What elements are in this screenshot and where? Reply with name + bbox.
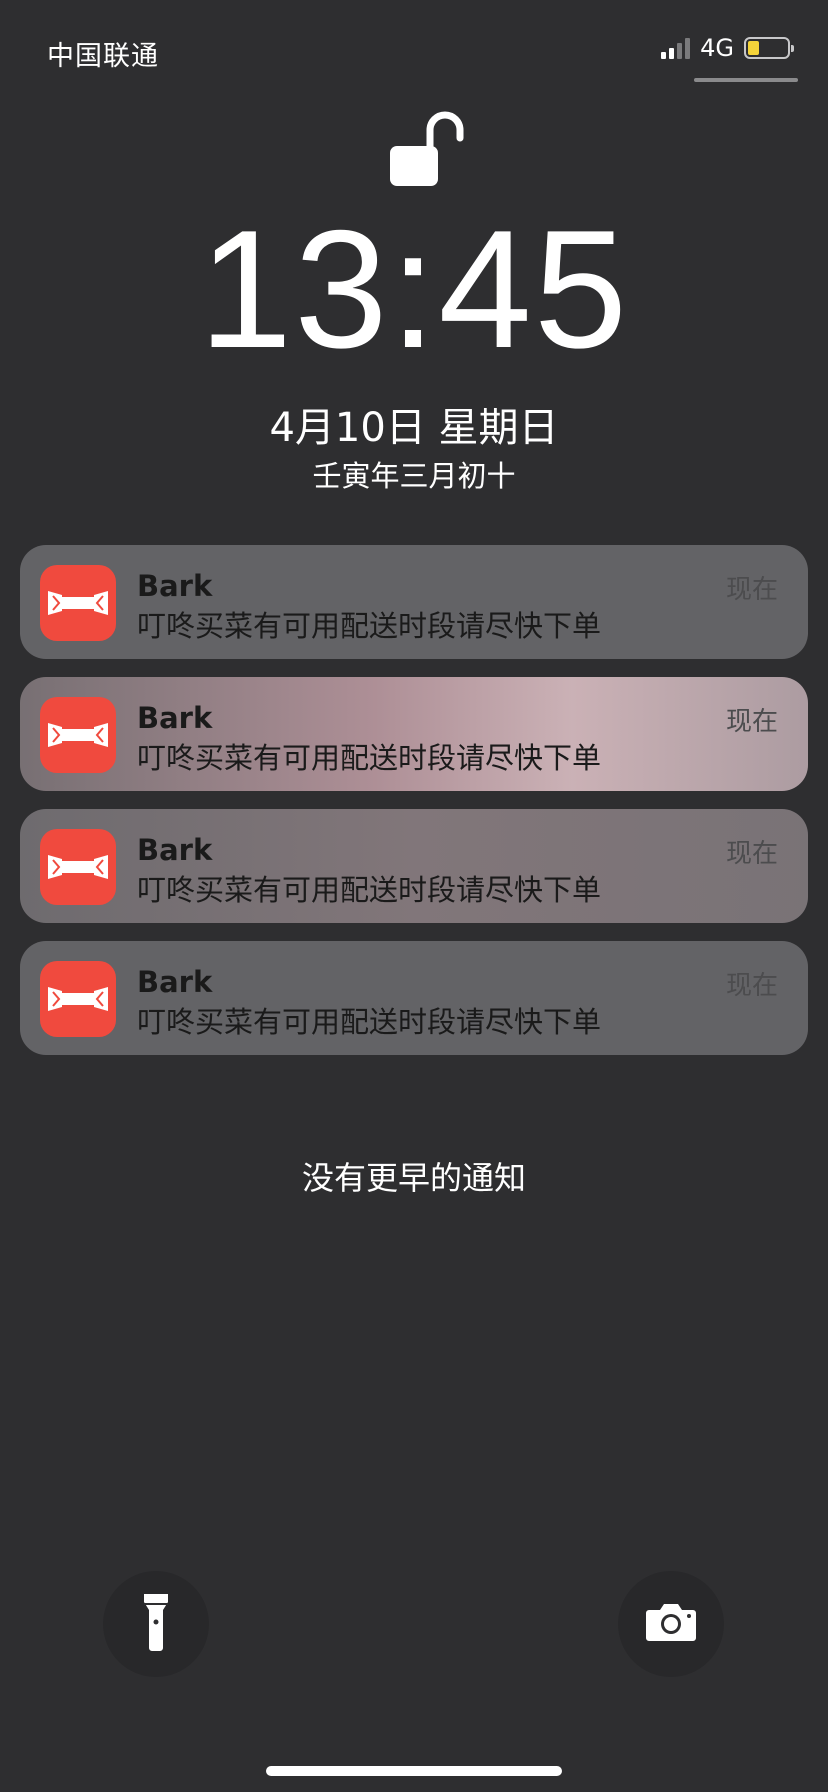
bark-app-icon	[40, 697, 116, 773]
notification-app-name: Bark	[137, 569, 213, 603]
notification-app-name: Bark	[137, 965, 213, 999]
notification-time: 现在	[725, 839, 778, 869]
bark-app-icon	[40, 829, 116, 905]
home-indicator[interactable]	[266, 1766, 562, 1776]
notification-body: 叮咚买菜有可用配送时段请尽快下单	[137, 873, 602, 907]
lunar-date: 壬寅年三月初十	[312, 459, 516, 493]
signal-strength-icon	[661, 37, 691, 59]
notification-body: 叮咚买菜有可用配送时段请尽快下单	[137, 609, 602, 643]
notification-app-name: Bark	[137, 701, 213, 735]
notification-card[interactable]: Bark 现在 叮咚买菜有可用配送时段请尽快下单	[20, 677, 808, 791]
camera-icon	[645, 1602, 697, 1646]
unlocked-padlock-icon	[388, 104, 468, 188]
notification-card[interactable]: Bark 现在 叮咚买菜有可用配送时段请尽快下单	[20, 809, 808, 923]
notification-card[interactable]: Bark 现在 叮咚买菜有可用配送时段请尽快下单	[20, 941, 808, 1055]
notification-body: 叮咚买菜有可用配送时段请尽快下单	[137, 1005, 602, 1039]
bark-app-icon	[40, 565, 116, 641]
control-center-indicator[interactable]	[694, 78, 798, 82]
battery-icon	[744, 37, 794, 59]
notification-body: 叮咚买菜有可用配送时段请尽快下单	[137, 741, 602, 775]
no-older-notifications-text: 没有更早的通知	[301, 1159, 526, 1197]
clock-date: 4月10日 星期日	[269, 405, 559, 451]
clock-time: 13:45	[198, 195, 630, 383]
flashlight-button[interactable]	[103, 1571, 209, 1677]
network-type: 4G	[700, 34, 734, 62]
carrier-name: 中国联通	[47, 41, 159, 72]
bark-app-icon	[40, 961, 116, 1037]
status-indicators: 4G	[661, 34, 794, 62]
camera-button[interactable]	[618, 1571, 724, 1677]
notification-card[interactable]: Bark 现在 叮咚买菜有可用配送时段请尽快下单	[20, 545, 808, 659]
lock-screen: 中国联通 4G 13:45 4月10日 星期日 壬寅年三月初十 Bark 现在 …	[0, 0, 828, 1792]
notification-app-name: Bark	[137, 833, 213, 867]
notification-time: 现在	[725, 971, 778, 1001]
notification-time: 现在	[725, 707, 778, 737]
notification-time: 现在	[725, 575, 778, 605]
flashlight-icon	[141, 1592, 171, 1656]
